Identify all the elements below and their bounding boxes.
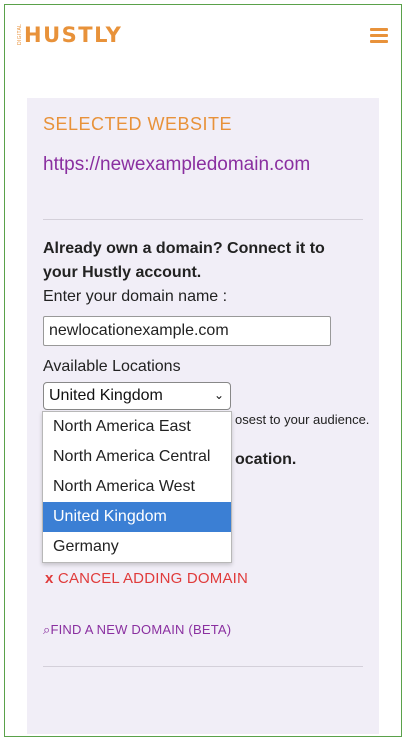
connect-domain-heading: Already own a domain? Connect it to your… [43,240,325,281]
location-option[interactable]: North America Central [43,442,231,472]
find-new-domain-link[interactable]: ⌕FIND A NEW DOMAIN (BETA) [43,622,231,638]
location-option[interactable]: Germany [43,532,231,562]
cancel-adding-domain-button[interactable]: x CANCEL ADDING DOMAIN [45,570,248,587]
hustly-logo[interactable]: DIGITAL HUSTLY [17,23,123,47]
cancel-adding-domain-label: CANCEL ADDING DOMAIN [57,570,249,587]
chevron-down-icon: ⌄ [213,388,224,402]
hamburger-menu-icon[interactable] [370,28,388,44]
location-select[interactable]: United Kingdom ⌄ [43,382,231,410]
find-new-domain-label: FIND A NEW DOMAIN (BETA) [50,622,232,637]
locations-label: Available Locations [43,358,181,375]
close-icon: x [45,570,54,587]
selected-website-label: SELECTED WEBSITE [43,114,233,134]
selected-website-url: https://newexampledomain.com [43,154,311,175]
domain-name-label: Enter your domain name : [43,288,228,305]
location-dropdown-list[interactable]: North America East North America Central… [42,411,232,563]
location-hint-text: osest to your audience. [235,412,370,427]
location-option[interactable]: North America East [43,412,231,442]
location-option[interactable]: North America West [43,472,231,502]
logo-text: HUSTLY [24,23,123,47]
divider [43,666,363,667]
divider [43,219,363,220]
location-hint-bold: ocation. [235,451,297,468]
domain-name-input[interactable] [43,316,331,346]
location-option-selected[interactable]: United Kingdom [43,502,231,532]
logo-tagline: DIGITAL [17,23,23,45]
location-select-value: United Kingdom [49,387,163,404]
